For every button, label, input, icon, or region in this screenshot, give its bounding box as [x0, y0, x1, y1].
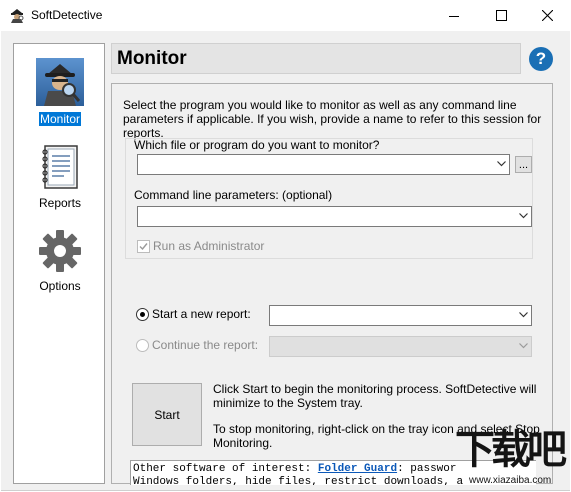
params-label: Command line parameters: (optional) — [134, 188, 333, 202]
sidebar: Monitor Reports Options — [13, 43, 105, 484]
sidebar-item-label: Monitor — [38, 112, 81, 126]
browse-label: ... — [518, 158, 529, 171]
info-line-2: Windows folders, hide files, restrict do… — [133, 476, 464, 485]
chevron-down-icon — [519, 312, 528, 318]
detective-icon — [36, 58, 84, 109]
program-label: Which file or program do you want to mon… — [134, 138, 380, 152]
watermark-url: www.xiazaiba.com — [469, 475, 552, 486]
run-as-admin-checkbox[interactable] — [137, 240, 150, 253]
watermark-logo: 下载吧 www.xiazaiba.com — [455, 426, 567, 488]
page-header: Monitor — [111, 43, 521, 74]
sidebar-item-reports[interactable]: Reports — [14, 144, 106, 210]
info-prefix: Other software of interest: — [133, 463, 318, 475]
start-button[interactable]: Start — [132, 383, 202, 446]
chevron-down-icon — [519, 343, 528, 349]
window-client: Monitor Reports Options Monitor ? Select… — [1, 31, 570, 491]
run-as-admin-label: Run as Administrator — [153, 239, 265, 253]
continue-report-radio[interactable] — [136, 339, 149, 352]
new-report-combobox[interactable] — [269, 305, 532, 326]
sidebar-item-options[interactable]: Options — [14, 229, 106, 293]
intro-text: Select the program you would like to mon… — [123, 98, 542, 140]
title-bar[interactable]: SoftDetective — [0, 0, 571, 31]
program-combobox[interactable] — [137, 154, 510, 175]
browse-button[interactable]: ... — [515, 156, 532, 173]
params-combobox[interactable] — [137, 206, 532, 227]
info-suffix: : passwor — [397, 463, 457, 475]
start-instructions-1: Click Start to begin the monitoring proc… — [213, 382, 537, 410]
program-group: Which file or program do you want to mon… — [125, 138, 533, 259]
start-label: Start — [154, 407, 180, 422]
sidebar-item-monitor[interactable]: Monitor — [14, 58, 106, 126]
report-notebook-icon — [40, 144, 80, 193]
page-title: Monitor — [117, 48, 187, 69]
window-title: SoftDetective — [31, 8, 103, 22]
minimize-button[interactable] — [431, 0, 477, 31]
gear-icon — [38, 229, 82, 276]
close-button[interactable] — [524, 0, 570, 31]
chevron-down-icon — [497, 161, 506, 167]
help-button[interactable]: ? — [529, 47, 553, 71]
new-report-label: Start a new report: — [152, 307, 251, 321]
help-icon: ? — [535, 49, 547, 68]
sidebar-item-label: Options — [39, 279, 81, 293]
close-icon — [541, 10, 553, 21]
sidebar-item-label: Reports — [38, 196, 82, 210]
new-report-radio[interactable] — [136, 308, 149, 321]
continue-report-label: Continue the report: — [152, 338, 259, 352]
watermark-text: 下载吧 — [455, 427, 567, 473]
folder-guard-link[interactable]: Folder Guard — [318, 463, 397, 475]
chevron-down-icon — [519, 213, 528, 219]
minimize-icon — [449, 15, 459, 17]
maximize-button[interactable] — [478, 0, 524, 31]
continue-report-combobox[interactable] — [269, 336, 532, 357]
spy-detective-icon — [9, 7, 25, 23]
checkmark-icon — [139, 243, 148, 251]
monitor-panel: Select the program you would like to mon… — [111, 83, 553, 485]
maximize-icon — [495, 10, 507, 21]
